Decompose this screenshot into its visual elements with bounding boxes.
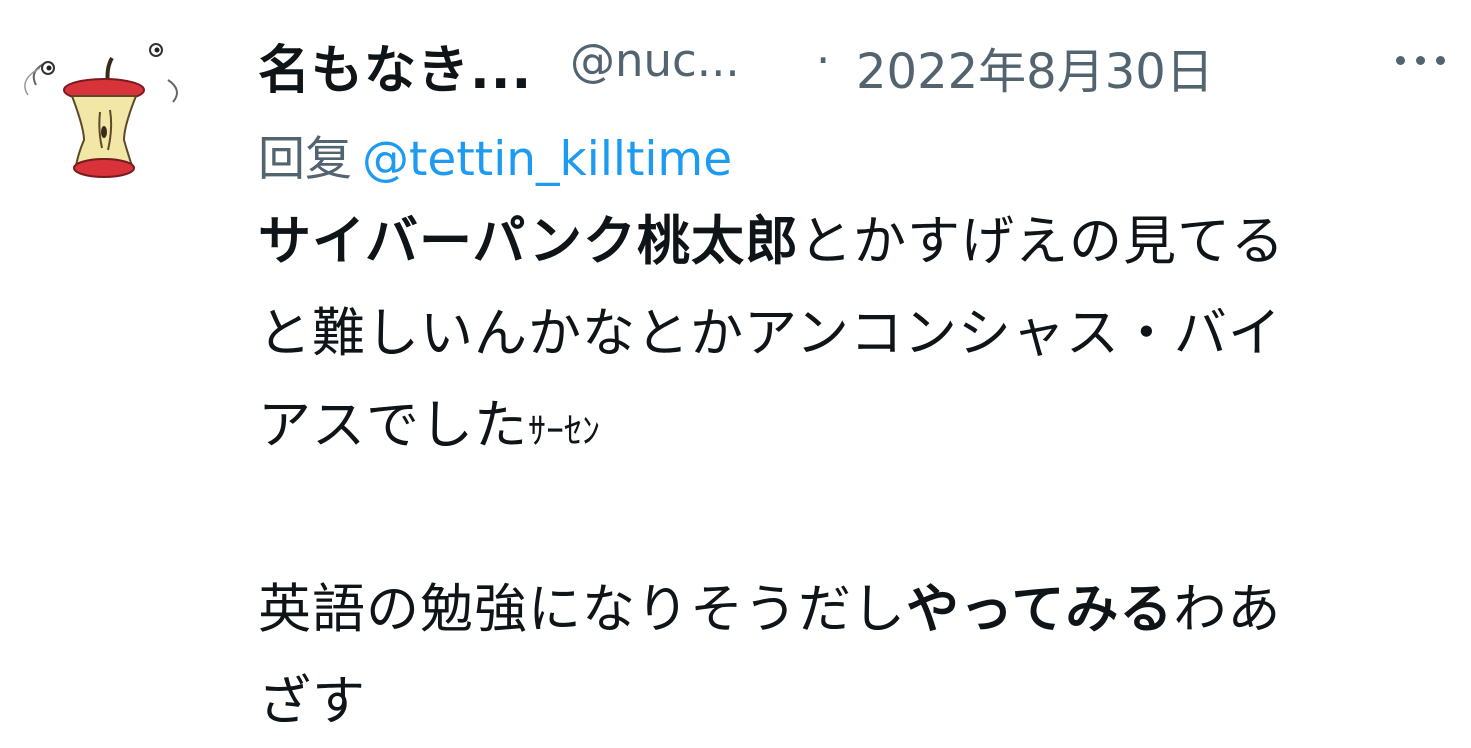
tweet-text: サイバーパンク桃太郎とかすげえの見てる と難しいんかなとかアンコンシャス・バイ … <box>258 196 1458 748</box>
user-handle[interactable]: @nuc... <box>570 34 740 87</box>
text-segment: わあ <box>1173 579 1282 640</box>
halfwidth-text: ｻｰｾﾝ <box>528 411 600 452</box>
text-segment: とかすげえの見てる <box>799 211 1286 272</box>
more-dot <box>1416 56 1425 65</box>
bold-text: やってみる <box>906 579 1174 640</box>
timestamp[interactable]: 2022年8月30日 <box>856 32 1214 102</box>
text-segment: 英語の勉強になりそうだし <box>258 579 906 640</box>
tweet-text-line: ざす <box>258 671 366 732</box>
reply-mention-link[interactable]: @tettin_killtime <box>362 132 732 187</box>
apple-core-avatar-icon <box>24 43 178 178</box>
tweet-text-line: と難しいんかなとかアンコンシャス・バイ <box>258 303 1282 364</box>
avatar[interactable] <box>18 40 190 190</box>
tweet-text-line: 英語の勉強になりそうだしやってみるわあ <box>258 564 1458 656</box>
text-segment: アスでした <box>258 395 528 456</box>
more-horizontal-icon[interactable] <box>1388 28 1458 88</box>
separator-dot: · <box>816 34 831 87</box>
tweet-header: 名もなき... @nuc... · 2022年8月30日 <box>258 22 1458 101</box>
bold-text: サイバーパンク桃太郎 <box>258 211 800 272</box>
display-name[interactable]: 名もなき... <box>258 28 532 103</box>
tweet-text-line: サイバーパンク桃太郎とかすげえの見てる <box>258 196 1458 288</box>
tweet-text-line: アスでしたｻｰｾﾝ <box>258 380 1458 478</box>
more-dot <box>1436 56 1445 65</box>
more-dot <box>1396 56 1405 65</box>
tweet: 名もなき... @nuc... · 2022年8月30日 回复 @tettin_k… <box>0 0 1471 733</box>
reply-context: 回复 @tettin_killtime <box>258 120 732 189</box>
reply-prefix: 回复 <box>258 132 352 187</box>
